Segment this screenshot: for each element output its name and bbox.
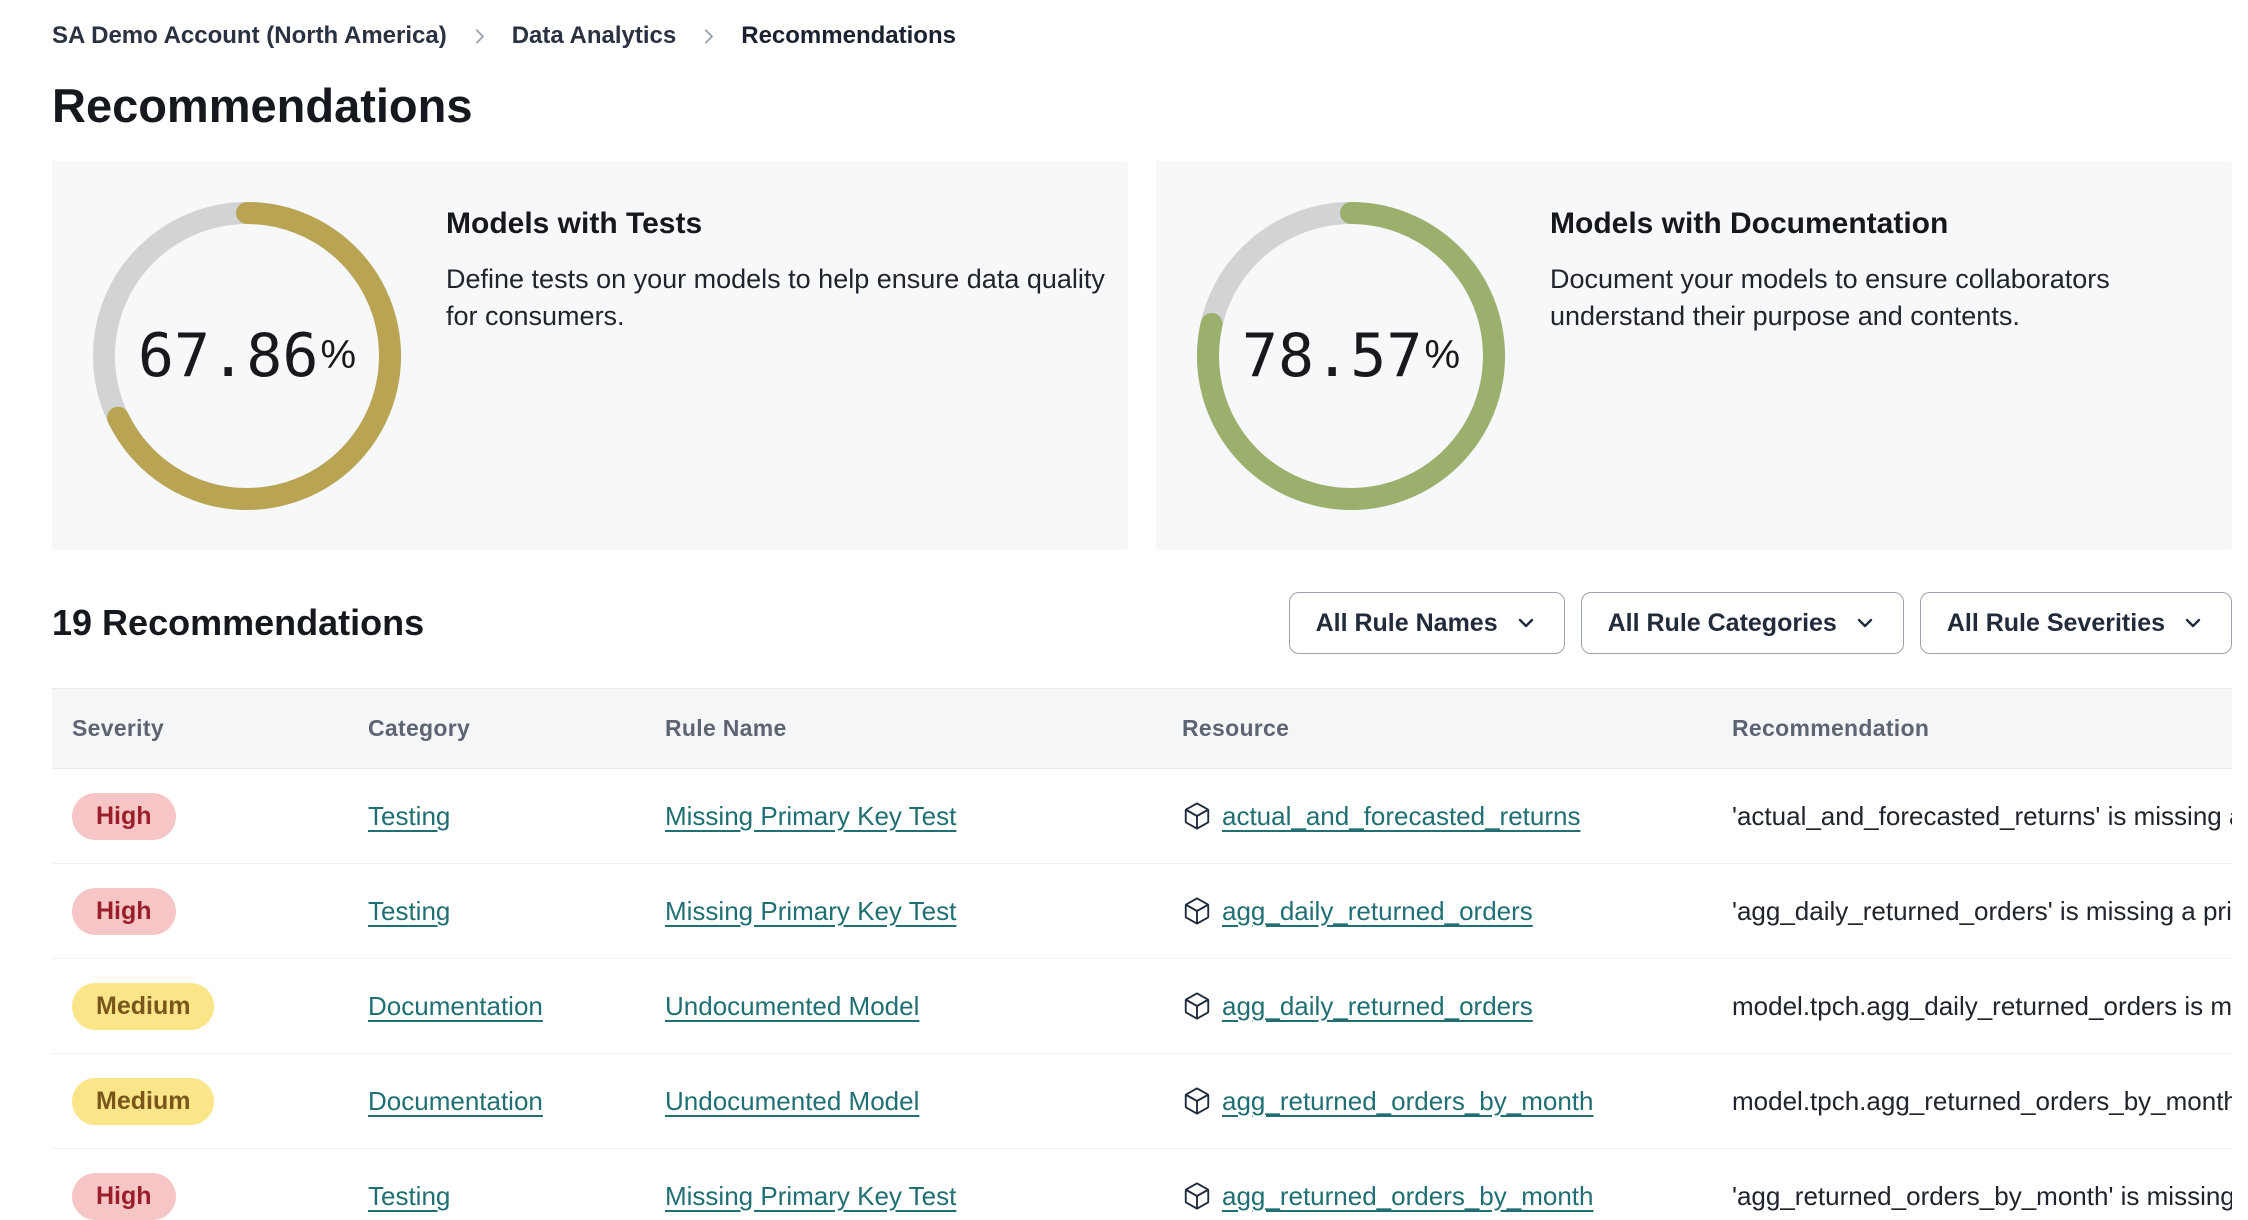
breadcrumb: SA Demo Account (North America) Data Ana… — [52, 0, 2232, 50]
chevron-right-icon — [698, 26, 719, 47]
severity-cell: High — [52, 792, 348, 840]
rule-categories-filter-dropdown[interactable]: All Rule Categories — [1580, 592, 1904, 654]
category-link[interactable]: Documentation — [368, 1086, 543, 1116]
rule-names-filter-dropdown[interactable]: All Rule Names — [1288, 592, 1565, 654]
model-cube-icon — [1182, 896, 1212, 926]
table-row: High Testing Missing Primary Key Test ac… — [52, 769, 2232, 864]
chevron-down-icon — [1853, 611, 1877, 635]
resource-cell: agg_returned_orders_by_month — [1162, 1181, 1712, 1212]
recommendation-text: 'actual_and_forecasted_returns' is missi… — [1732, 800, 2232, 831]
recommendation-text: model.tpch.agg_returned_orders_by_month … — [1732, 1085, 2232, 1116]
models-with-docs-card: 78.57% Models with Documentation Documen… — [1156, 161, 2232, 550]
card-description: Document your models to ensure collabora… — [1550, 264, 2110, 332]
page-title: Recommendations — [52, 79, 473, 132]
category-cell: Testing — [348, 1181, 645, 1212]
breadcrumb-current: Recommendations — [741, 22, 956, 49]
recommendation-text: 'agg_daily_returned_orders' is missing a… — [1732, 895, 2232, 926]
column-header-category: Category — [368, 715, 471, 741]
severity-badge: High — [72, 1172, 176, 1220]
recommendations-table: Severity Category Rule Name Resource Rec… — [52, 688, 2232, 1220]
resource-link[interactable]: actual_and_forecasted_returns — [1222, 801, 1580, 832]
resource-link[interactable]: agg_returned_orders_by_month — [1222, 1086, 1593, 1117]
column-header-recommendation: Recommendation — [1732, 715, 1930, 741]
rule-severities-filter-dropdown[interactable]: All Rule Severities — [1919, 592, 2232, 654]
rule-name-link[interactable]: Missing Primary Key Test — [665, 801, 956, 831]
table-header-row: Severity Category Rule Name Resource Rec… — [52, 689, 2232, 769]
column-header-resource: Resource — [1182, 715, 1290, 741]
rule-name-link[interactable]: Undocumented Model — [665, 1086, 919, 1116]
category-cell: Documentation — [348, 1086, 645, 1117]
docs-percentage: 78.57% — [1241, 320, 1461, 391]
resource-cell: actual_and_forecasted_returns — [1162, 801, 1712, 832]
category-cell: Documentation — [348, 991, 645, 1022]
model-cube-icon — [1182, 1181, 1212, 1211]
severity-badge: High — [72, 792, 176, 840]
severity-cell: High — [52, 1172, 348, 1220]
severity-cell: High — [52, 887, 348, 935]
rule-name-link[interactable]: Missing Primary Key Test — [665, 896, 956, 926]
resource-cell: agg_daily_returned_orders — [1162, 896, 1712, 927]
category-cell: Testing — [348, 896, 645, 927]
filters: All Rule Names All Rule Categories All R… — [1288, 592, 2232, 654]
resource-cell: agg_daily_returned_orders — [1162, 991, 1712, 1022]
tests-donut-chart: 67.86% — [92, 201, 402, 511]
model-cube-icon — [1182, 1086, 1212, 1116]
resource-link[interactable]: agg_daily_returned_orders — [1222, 991, 1533, 1022]
table-row: Medium Documentation Undocumented Model … — [52, 1054, 2232, 1149]
recommendations-count-heading: 19 Recommendations — [52, 602, 425, 643]
category-link[interactable]: Documentation — [368, 991, 543, 1021]
chevron-down-icon — [1514, 611, 1538, 635]
model-cube-icon — [1182, 801, 1212, 831]
recommendation-text: model.tpch.agg_daily_returned_orders is … — [1732, 990, 2232, 1021]
rule-name-cell: Missing Primary Key Test — [645, 801, 1162, 832]
docs-donut-chart: 78.57% — [1196, 201, 1506, 511]
breadcrumb-account[interactable]: SA Demo Account (North America) — [52, 22, 447, 50]
summary-cards: 67.86% Models with Tests Define tests on… — [52, 161, 2232, 550]
card-title: Models with Documentation — [1550, 207, 1949, 240]
severity-cell: Medium — [52, 1077, 348, 1125]
table-row: High Testing Missing Primary Key Test ag… — [52, 1149, 2232, 1220]
rule-name-cell: Missing Primary Key Test — [645, 1181, 1162, 1212]
card-title: Models with Tests — [446, 207, 703, 240]
recommendation-text: 'agg_returned_orders_by_month' is missin… — [1732, 1180, 2232, 1211]
resource-link[interactable]: agg_returned_orders_by_month — [1222, 1181, 1593, 1212]
rule-name-link[interactable]: Undocumented Model — [665, 991, 919, 1021]
column-header-rule-name: Rule Name — [665, 715, 787, 741]
rule-name-cell: Undocumented Model — [645, 1086, 1162, 1117]
category-link[interactable]: Testing — [368, 801, 450, 831]
models-with-tests-card: 67.86% Models with Tests Define tests on… — [52, 161, 1128, 550]
rule-name-link[interactable]: Missing Primary Key Test — [665, 1181, 956, 1211]
severity-badge: Medium — [72, 1077, 215, 1125]
breadcrumb-project[interactable]: Data Analytics — [512, 22, 677, 50]
resource-link[interactable]: agg_daily_returned_orders — [1222, 896, 1533, 927]
table-row: Medium Documentation Undocumented Model … — [52, 959, 2232, 1054]
recommendations-page: SA Demo Account (North America) Data Ana… — [0, 0, 2248, 1220]
severity-badge: Medium — [72, 982, 215, 1030]
table-body: High Testing Missing Primary Key Test ac… — [52, 769, 2232, 1220]
category-cell: Testing — [348, 801, 645, 832]
resource-cell: agg_returned_orders_by_month — [1162, 1086, 1712, 1117]
category-link[interactable]: Testing — [368, 1181, 450, 1211]
chevron-down-icon — [2181, 611, 2205, 635]
severity-cell: Medium — [52, 982, 348, 1030]
chevron-right-icon — [469, 26, 490, 47]
tests-percentage: 67.86% — [137, 320, 357, 391]
category-link[interactable]: Testing — [368, 896, 450, 926]
severity-badge: High — [72, 887, 176, 935]
table-row: High Testing Missing Primary Key Test ag… — [52, 864, 2232, 959]
column-header-severity: Severity — [72, 715, 164, 741]
rule-name-cell: Missing Primary Key Test — [645, 896, 1162, 927]
model-cube-icon — [1182, 991, 1212, 1021]
rule-name-cell: Undocumented Model — [645, 991, 1162, 1022]
card-description: Define tests on your models to help ensu… — [446, 264, 1105, 332]
